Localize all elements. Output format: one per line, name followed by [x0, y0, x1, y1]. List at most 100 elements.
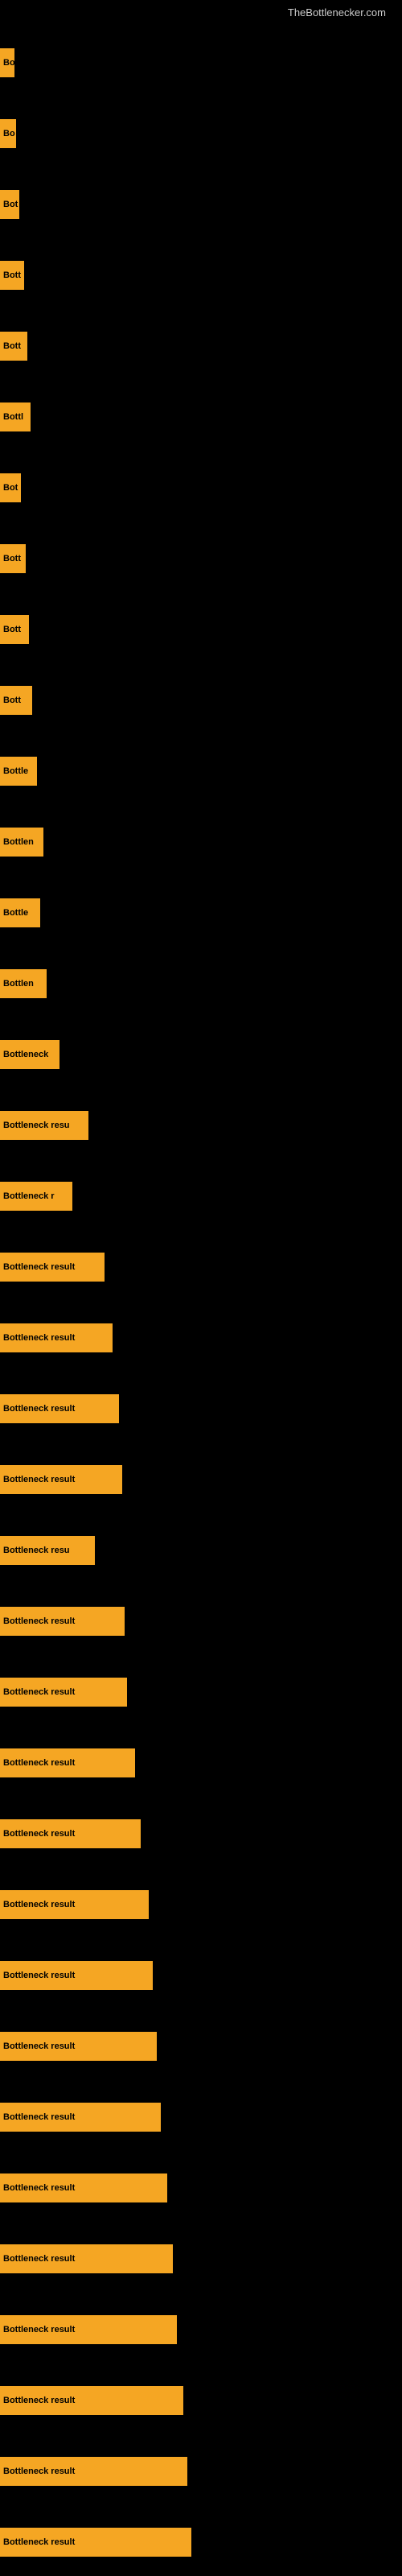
- bar-row-30: Bottleneck result: [0, 2079, 402, 2149]
- bar-row-34: Bottleneck result: [0, 2362, 402, 2433]
- bar-16: Bottleneck resu: [0, 1111, 88, 1140]
- bar-row-18: Bottleneck result: [0, 1228, 402, 1299]
- bar-row-8: Bott: [0, 520, 402, 591]
- bar-label-5: Bott: [3, 341, 21, 351]
- bar-row-2: Bo: [0, 95, 402, 166]
- bar-row-9: Bott: [0, 591, 402, 662]
- bar-row-36: Bottleneck result: [0, 2504, 402, 2574]
- bar-label-22: Bottleneck resu: [3, 1546, 70, 1555]
- bar-label-7: Bot: [3, 483, 18, 493]
- bar-row-19: Bottleneck result: [0, 1299, 402, 1370]
- bar-27: Bottleneck result: [0, 1890, 149, 1919]
- bar-row-32: Bottleneck result: [0, 2220, 402, 2291]
- bar-row-25: Bottleneck result: [0, 1724, 402, 1795]
- bar-label-31: Bottleneck result: [3, 2183, 75, 2193]
- bar-row-35: Bottleneck result: [0, 2433, 402, 2504]
- bar-row-12: Bottlen: [0, 803, 402, 874]
- bar-row-28: Bottleneck result: [0, 1937, 402, 2008]
- bar-row-33: Bottleneck result: [0, 2291, 402, 2362]
- bar-33: Bottleneck result: [0, 2315, 177, 2344]
- bar-label-9: Bott: [3, 625, 21, 634]
- bar-label-27: Bottleneck result: [3, 1900, 75, 1909]
- bar-label-13: Bottle: [3, 908, 28, 918]
- bar-label-34: Bottleneck result: [3, 2396, 75, 2405]
- bar-label-32: Bottleneck result: [3, 2254, 75, 2264]
- bar-label-33: Bottleneck result: [3, 2325, 75, 2334]
- bar-31: Bottleneck result: [0, 2174, 167, 2202]
- bar-row-23: Bottleneck result: [0, 1583, 402, 1653]
- bar-22: Bottleneck resu: [0, 1536, 95, 1565]
- bar-row-31: Bottleneck result: [0, 2149, 402, 2220]
- bar-7: Bot: [0, 473, 21, 502]
- bar-label-12: Bottlen: [3, 837, 34, 847]
- bar-23: Bottleneck result: [0, 1607, 125, 1636]
- bar-row-5: Bott: [0, 308, 402, 378]
- bar-11: Bottle: [0, 757, 37, 786]
- bar-36: Bottleneck result: [0, 2528, 191, 2557]
- bar-label-15: Bottleneck: [3, 1050, 48, 1059]
- bar-row-3: Bot: [0, 166, 402, 237]
- bar-13: Bottle: [0, 898, 40, 927]
- bar-4: Bott: [0, 261, 24, 290]
- bar-24: Bottleneck result: [0, 1678, 127, 1707]
- bar-label-26: Bottleneck result: [3, 1829, 75, 1839]
- bar-17: Bottleneck r: [0, 1182, 72, 1211]
- bar-label-11: Bottle: [3, 766, 28, 776]
- bar-1: Bo: [0, 48, 14, 77]
- bar-label-24: Bottleneck result: [3, 1687, 75, 1697]
- bar-row-24: Bottleneck result: [0, 1653, 402, 1724]
- bar-label-30: Bottleneck result: [3, 2112, 75, 2122]
- bar-row-11: Bottle: [0, 733, 402, 803]
- bar-label-25: Bottleneck result: [3, 1758, 75, 1768]
- bar-label-18: Bottleneck result: [3, 1262, 75, 1272]
- bar-row-26: Bottleneck result: [0, 1795, 402, 1866]
- bar-3: Bot: [0, 190, 19, 219]
- bar-label-8: Bott: [3, 554, 21, 564]
- bar-label-1: Bo: [3, 58, 14, 68]
- bar-8: Bott: [0, 544, 26, 573]
- bar-label-10: Bott: [3, 696, 21, 705]
- bar-label-4: Bott: [3, 270, 21, 280]
- bar-row-1: Bo: [0, 24, 402, 95]
- bar-30: Bottleneck result: [0, 2103, 161, 2132]
- bar-26: Bottleneck result: [0, 1819, 141, 1848]
- bar-row-4: Bott: [0, 237, 402, 308]
- bar-10: Bott: [0, 686, 32, 715]
- bar-row-7: Bot: [0, 449, 402, 520]
- bar-row-16: Bottleneck resu: [0, 1087, 402, 1158]
- bar-row-13: Bottle: [0, 874, 402, 945]
- bar-28: Bottleneck result: [0, 1961, 153, 1990]
- bar-row-21: Bottleneck result: [0, 1441, 402, 1512]
- bar-row-29: Bottleneck result: [0, 2008, 402, 2079]
- bar-6: Bottl: [0, 402, 31, 431]
- bar-row-27: Bottleneck result: [0, 1866, 402, 1937]
- bar-25: Bottleneck result: [0, 1748, 135, 1777]
- bar-19: Bottleneck result: [0, 1323, 113, 1352]
- bar-12: Bottlen: [0, 828, 43, 857]
- bar-label-23: Bottleneck result: [3, 1616, 75, 1626]
- bar-label-17: Bottleneck r: [3, 1191, 55, 1201]
- bar-34: Bottleneck result: [0, 2386, 183, 2415]
- bar-15: Bottleneck: [0, 1040, 59, 1069]
- bar-row-20: Bottleneck result: [0, 1370, 402, 1441]
- bar-label-36: Bottleneck result: [3, 2537, 75, 2547]
- bar-32: Bottleneck result: [0, 2244, 173, 2273]
- bars-container: Bo Bo Bot Bott Bott Bottl Bot Bott Bott Bott Bottl…: [0, 24, 402, 2574]
- bar-row-6: Bottl: [0, 378, 402, 449]
- bar-5: Bott: [0, 332, 27, 361]
- bar-label-29: Bottleneck result: [3, 2041, 75, 2051]
- bar-row-22: Bottleneck resu: [0, 1512, 402, 1583]
- bar-label-21: Bottleneck result: [3, 1475, 75, 1484]
- bar-label-14: Bottlen: [3, 979, 34, 989]
- bar-20: Bottleneck result: [0, 1394, 119, 1423]
- bar-row-17: Bottleneck r: [0, 1158, 402, 1228]
- bar-row-14: Bottlen: [0, 945, 402, 1016]
- bar-label-16: Bottleneck resu: [3, 1121, 70, 1130]
- bar-29: Bottleneck result: [0, 2032, 157, 2061]
- bar-14: Bottlen: [0, 969, 47, 998]
- site-title: TheBottlenecker.com: [288, 6, 386, 19]
- bar-label-35: Bottleneck result: [3, 2467, 75, 2476]
- bar-2: Bo: [0, 119, 16, 148]
- bar-label-28: Bottleneck result: [3, 1971, 75, 1980]
- bar-label-3: Bot: [3, 200, 18, 209]
